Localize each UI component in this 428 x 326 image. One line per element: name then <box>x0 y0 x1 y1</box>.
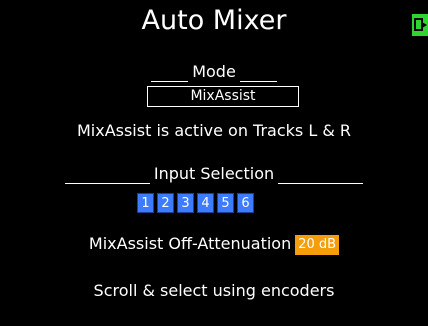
auto-mixer-screen: Auto Mixer Mode MixAssist MixAssist is a… <box>0 0 428 326</box>
status-text: MixAssist is active on Tracks L & R <box>76 121 352 140</box>
track-button-5[interactable]: 5 <box>217 193 234 213</box>
track-button-2[interactable]: 2 <box>157 193 174 213</box>
input-selection-heading: Input Selection <box>0 164 428 184</box>
divider <box>64 183 150 184</box>
battery-glyph <box>414 18 427 31</box>
attenuation-value[interactable]: 20 dB <box>295 235 340 255</box>
divider <box>151 81 189 82</box>
mode-selector[interactable]: MixAssist <box>147 86 299 107</box>
track-button-6[interactable]: 6 <box>237 193 254 213</box>
mode-heading: Mode <box>0 62 428 82</box>
divider <box>278 183 364 184</box>
input-selection-label: Input Selection <box>153 164 275 183</box>
track-button-3[interactable]: 3 <box>177 193 194 213</box>
hint-text: Scroll & select using encoders <box>93 281 335 300</box>
track-button-1[interactable]: 1 <box>137 193 154 213</box>
attenuation-row: MixAssist Off-Attenuation 20 dB <box>0 233 428 255</box>
attenuation-label: MixAssist Off-Attenuation <box>88 234 292 253</box>
divider <box>239 81 277 82</box>
track-selector: 1 2 3 4 5 6 <box>137 193 254 213</box>
track-button-4[interactable]: 4 <box>197 193 214 213</box>
mode-heading-label: Mode <box>192 62 236 81</box>
battery-icon <box>412 14 428 36</box>
page-title: Auto Mixer <box>141 5 287 36</box>
